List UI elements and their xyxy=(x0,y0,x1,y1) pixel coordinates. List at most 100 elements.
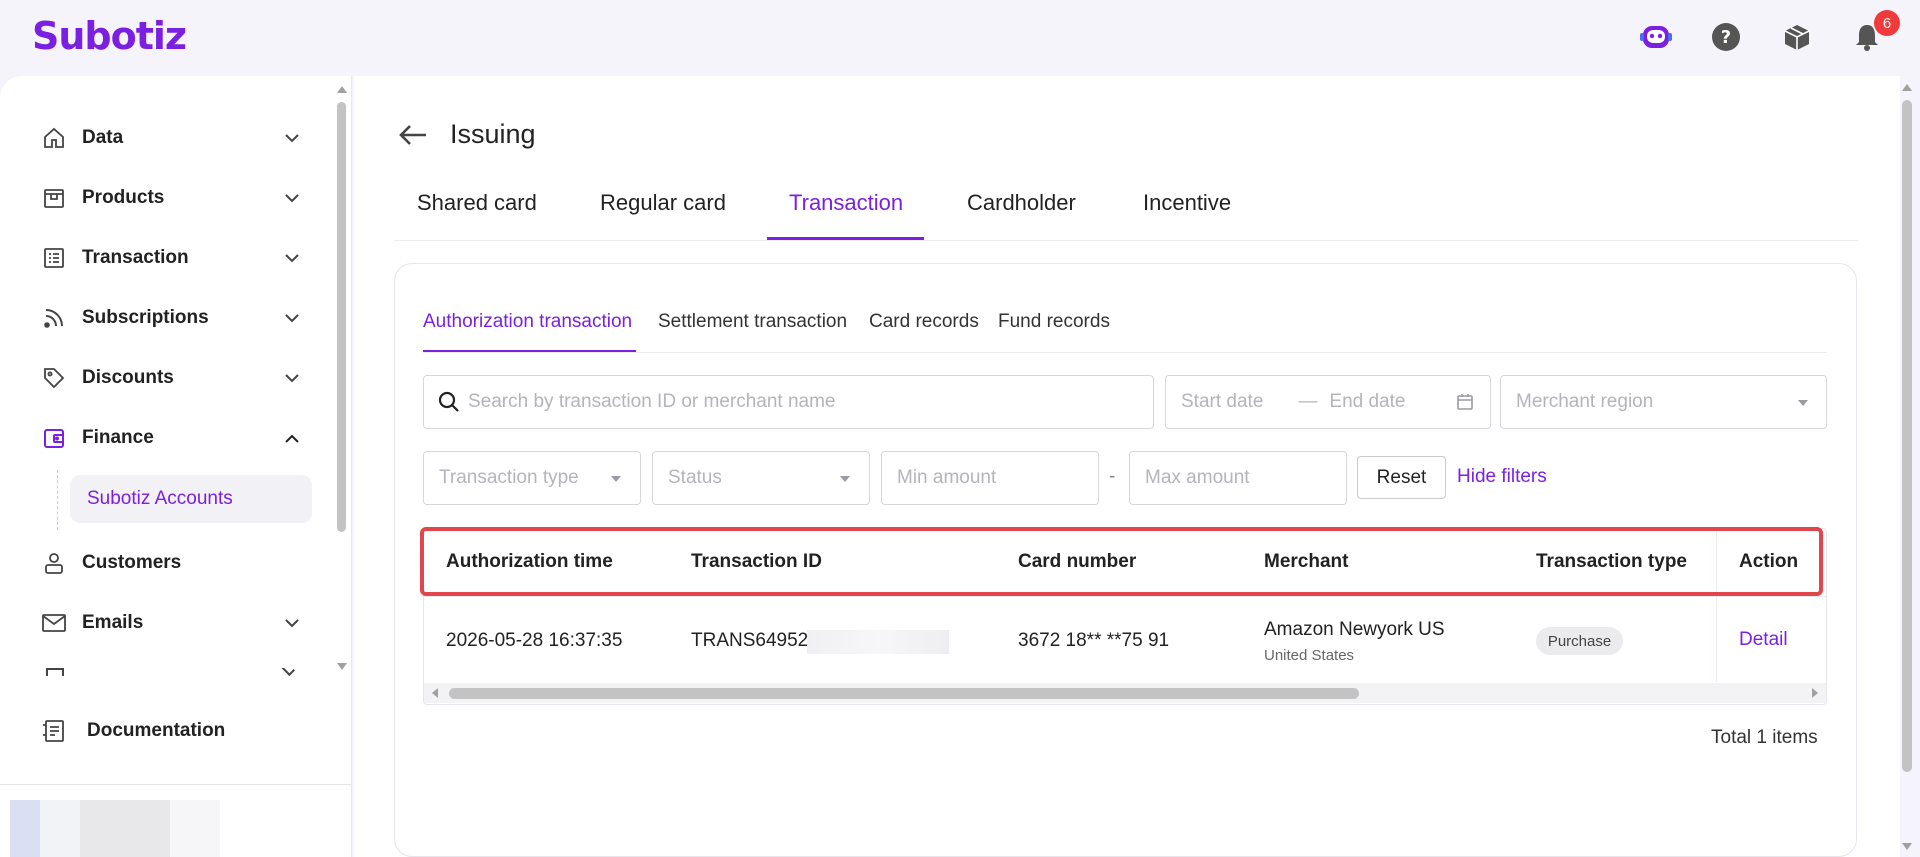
chevron-down-icon xyxy=(282,188,302,208)
sidebar-scrollbar-thumb[interactable] xyxy=(337,102,346,532)
status-placeholder: Status xyxy=(668,467,722,488)
chevron-down-icon xyxy=(282,128,302,148)
end-date-placeholder: End date xyxy=(1329,391,1406,412)
caret-down-icon xyxy=(611,476,621,482)
min-amount-placeholder: Min amount xyxy=(897,467,997,488)
search-placeholder: Search by transaction ID or merchant nam… xyxy=(468,391,836,412)
subtab-authorization-transaction[interactable]: Authorization transaction xyxy=(423,311,632,333)
search-icon xyxy=(438,391,460,413)
sidebar-item-subscriptions[interactable]: Subscriptions xyxy=(40,300,302,336)
sidebar-item-label: Discounts xyxy=(82,367,174,388)
top-bar: Subotiz ? 6 xyxy=(0,0,1920,76)
sidebar-item-label: Finance xyxy=(82,427,154,448)
transaction-type-placeholder: Transaction type xyxy=(439,467,579,488)
sidebar-item-discounts[interactable]: Discounts xyxy=(40,360,302,396)
total-items-count: Total 1 items xyxy=(1711,727,1818,748)
header-row-divider xyxy=(424,596,1826,597)
reset-button[interactable]: Reset xyxy=(1357,456,1446,499)
package-icon[interactable] xyxy=(1779,19,1815,55)
rss-icon xyxy=(40,304,68,332)
transaction-type-select[interactable]: Transaction type xyxy=(423,451,641,505)
cell-transaction-id: TRANS649529 xyxy=(691,630,819,651)
chevron-down-icon xyxy=(282,308,302,328)
tab-regular-card[interactable]: Regular card xyxy=(600,190,726,216)
sidebar-divider xyxy=(0,784,352,785)
chevron-down-icon xyxy=(282,368,302,388)
assistant-bot-icon[interactable] xyxy=(1638,19,1674,55)
caret-down-icon xyxy=(1798,400,1808,406)
cell-merchant-name: Amazon Newyork US xyxy=(1264,619,1445,640)
status-select[interactable]: Status xyxy=(652,451,870,505)
amount-range-separator: - xyxy=(1109,466,1116,487)
back-arrow-icon[interactable] xyxy=(396,118,430,152)
tab-incentive[interactable]: Incentive xyxy=(1143,190,1231,216)
sidebar-item-emails[interactable]: Emails xyxy=(40,605,302,641)
active-subtab-indicator xyxy=(423,350,636,352)
search-input[interactable]: Search by transaction ID or merchant nam… xyxy=(423,375,1154,429)
store-icon xyxy=(40,184,68,212)
detail-link[interactable]: Detail xyxy=(1739,629,1788,651)
subtab-settlement-transaction[interactable]: Settlement transaction xyxy=(658,311,847,333)
cell-card-number: 3672 18** **75 91 xyxy=(1018,630,1170,651)
svg-text:?: ? xyxy=(1721,27,1731,48)
subtabs-divider xyxy=(423,352,1827,353)
sidebar-item-cutoff xyxy=(40,668,302,676)
calendar-icon xyxy=(1456,393,1474,417)
tab-transaction[interactable]: Transaction xyxy=(789,190,903,216)
merchant-region-select[interactable]: Merchant region xyxy=(1500,375,1827,429)
sidebar-item-label: Emails xyxy=(82,612,144,633)
transaction-type-badge: Purchase xyxy=(1536,627,1623,655)
user-icon xyxy=(40,549,68,577)
max-amount-placeholder: Max amount xyxy=(1145,467,1250,488)
page-title: Issuing xyxy=(450,119,536,149)
header-highlight-box xyxy=(420,527,1823,596)
merchant-region-placeholder: Merchant region xyxy=(1516,391,1654,412)
tree-guide-line xyxy=(57,470,58,530)
account-avatar-redacted[interactable] xyxy=(10,800,220,857)
sidebar-scrollbar[interactable] xyxy=(334,82,350,674)
sidebar-item-customers[interactable]: Customers xyxy=(40,545,302,581)
subtab-fund-records[interactable]: Fund records xyxy=(998,311,1110,333)
sidebar-item-label: Data xyxy=(82,127,124,148)
list-icon xyxy=(40,244,68,272)
chevron-up-icon xyxy=(282,428,302,448)
main-scrollbar-thumb[interactable] xyxy=(1902,100,1912,772)
sidebar-item-finance[interactable]: Finance xyxy=(40,420,302,456)
redacted-transaction-id xyxy=(807,630,949,654)
sidebar-item-label: Customers xyxy=(82,552,182,573)
subtab-card-records[interactable]: Card records xyxy=(869,311,979,333)
tab-shared-card[interactable]: Shared card xyxy=(417,190,537,216)
table-scrollbar-thumb[interactable] xyxy=(449,688,1359,699)
chevron-down-icon xyxy=(282,613,302,633)
sidebar-subitem-subotiz-accounts[interactable]: Subotiz Accounts xyxy=(70,475,312,523)
mail-icon xyxy=(40,609,68,637)
min-amount-input[interactable]: Min amount xyxy=(881,451,1099,505)
caret-down-icon xyxy=(840,476,850,482)
hide-filters-link[interactable]: Hide filters xyxy=(1457,466,1547,488)
date-separator: — xyxy=(1298,391,1318,412)
brand-logo[interactable]: Subotiz xyxy=(32,14,187,58)
sidebar-item-transaction[interactable]: Transaction xyxy=(40,240,302,276)
help-icon[interactable]: ? xyxy=(1708,19,1744,55)
doc-icon xyxy=(40,717,68,745)
cell-merchant-region: United States xyxy=(1264,647,1355,664)
sidebar-item-label: Documentation xyxy=(87,720,226,741)
home-icon xyxy=(40,124,68,152)
notification-badge: 6 xyxy=(1874,10,1900,36)
tab-cardholder[interactable]: Cardholder xyxy=(967,190,1076,216)
sidebar-item-label: Subscriptions xyxy=(82,307,209,328)
active-tab-indicator xyxy=(767,237,924,240)
max-amount-input[interactable]: Max amount xyxy=(1129,451,1347,505)
wallet-icon xyxy=(40,424,68,452)
sidebar-item-products[interactable]: Products xyxy=(40,180,302,216)
chevron-down-icon xyxy=(282,248,302,268)
sidebar-item-label: Products xyxy=(82,187,165,208)
tag-icon xyxy=(40,364,68,392)
cell-authorization-time: 2026-05-28 16:37:35 xyxy=(446,630,623,651)
sidebar-item-label: Transaction xyxy=(82,247,189,268)
start-date-placeholder: Start date xyxy=(1181,391,1264,412)
tabs-divider xyxy=(394,240,1858,241)
sidebar-item-data[interactable]: Data xyxy=(40,120,302,156)
sidebar-item-documentation[interactable]: Documentation xyxy=(40,713,302,749)
date-range-picker[interactable]: Start date — End date xyxy=(1165,375,1491,429)
